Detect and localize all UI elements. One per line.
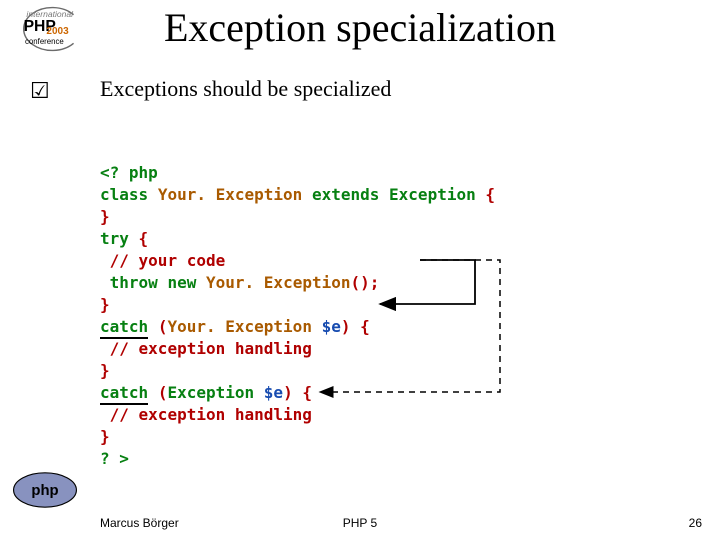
catch2-type: Exception	[167, 383, 254, 402]
catch2-close: ) {	[283, 383, 312, 402]
base-class: Exception	[389, 185, 476, 204]
kw-extends: extends	[312, 185, 379, 204]
comment-handle-1: // exception handling	[110, 339, 312, 358]
code-php-close: ? >	[100, 449, 129, 468]
ctor-parens: ();	[351, 273, 380, 292]
class-name: Your. Exception	[158, 185, 303, 204]
comment-your-code: // your code	[110, 251, 226, 270]
code-block: <? php class Your. Exception extends Exc…	[100, 140, 495, 470]
footer-center: PHP 5	[0, 516, 720, 530]
code-php-open: <? php	[100, 163, 158, 182]
bullet-check-icon: ☑	[30, 78, 50, 104]
subheading: Exceptions should be specialized	[100, 76, 391, 102]
ctor-name: Your. Exception	[206, 273, 351, 292]
footer-page-number: 26	[689, 516, 702, 530]
php-logo-icon: php	[10, 470, 80, 510]
catch1-type: Your. Exception	[167, 317, 312, 336]
kw-class: class	[100, 185, 148, 204]
catch1-close: ) {	[341, 317, 370, 336]
slide-title: Exception specialization	[0, 4, 720, 51]
comment-handle-2: // exception handling	[110, 405, 312, 424]
kw-throw: throw	[110, 273, 158, 292]
catch2-var: $e	[264, 383, 283, 402]
kw-catch-2: catch	[100, 383, 148, 405]
kw-new: new	[167, 273, 196, 292]
kw-try: try	[100, 229, 129, 248]
svg-text:php: php	[31, 483, 58, 499]
kw-catch-1: catch	[100, 317, 148, 339]
catch1-var: $e	[322, 317, 341, 336]
